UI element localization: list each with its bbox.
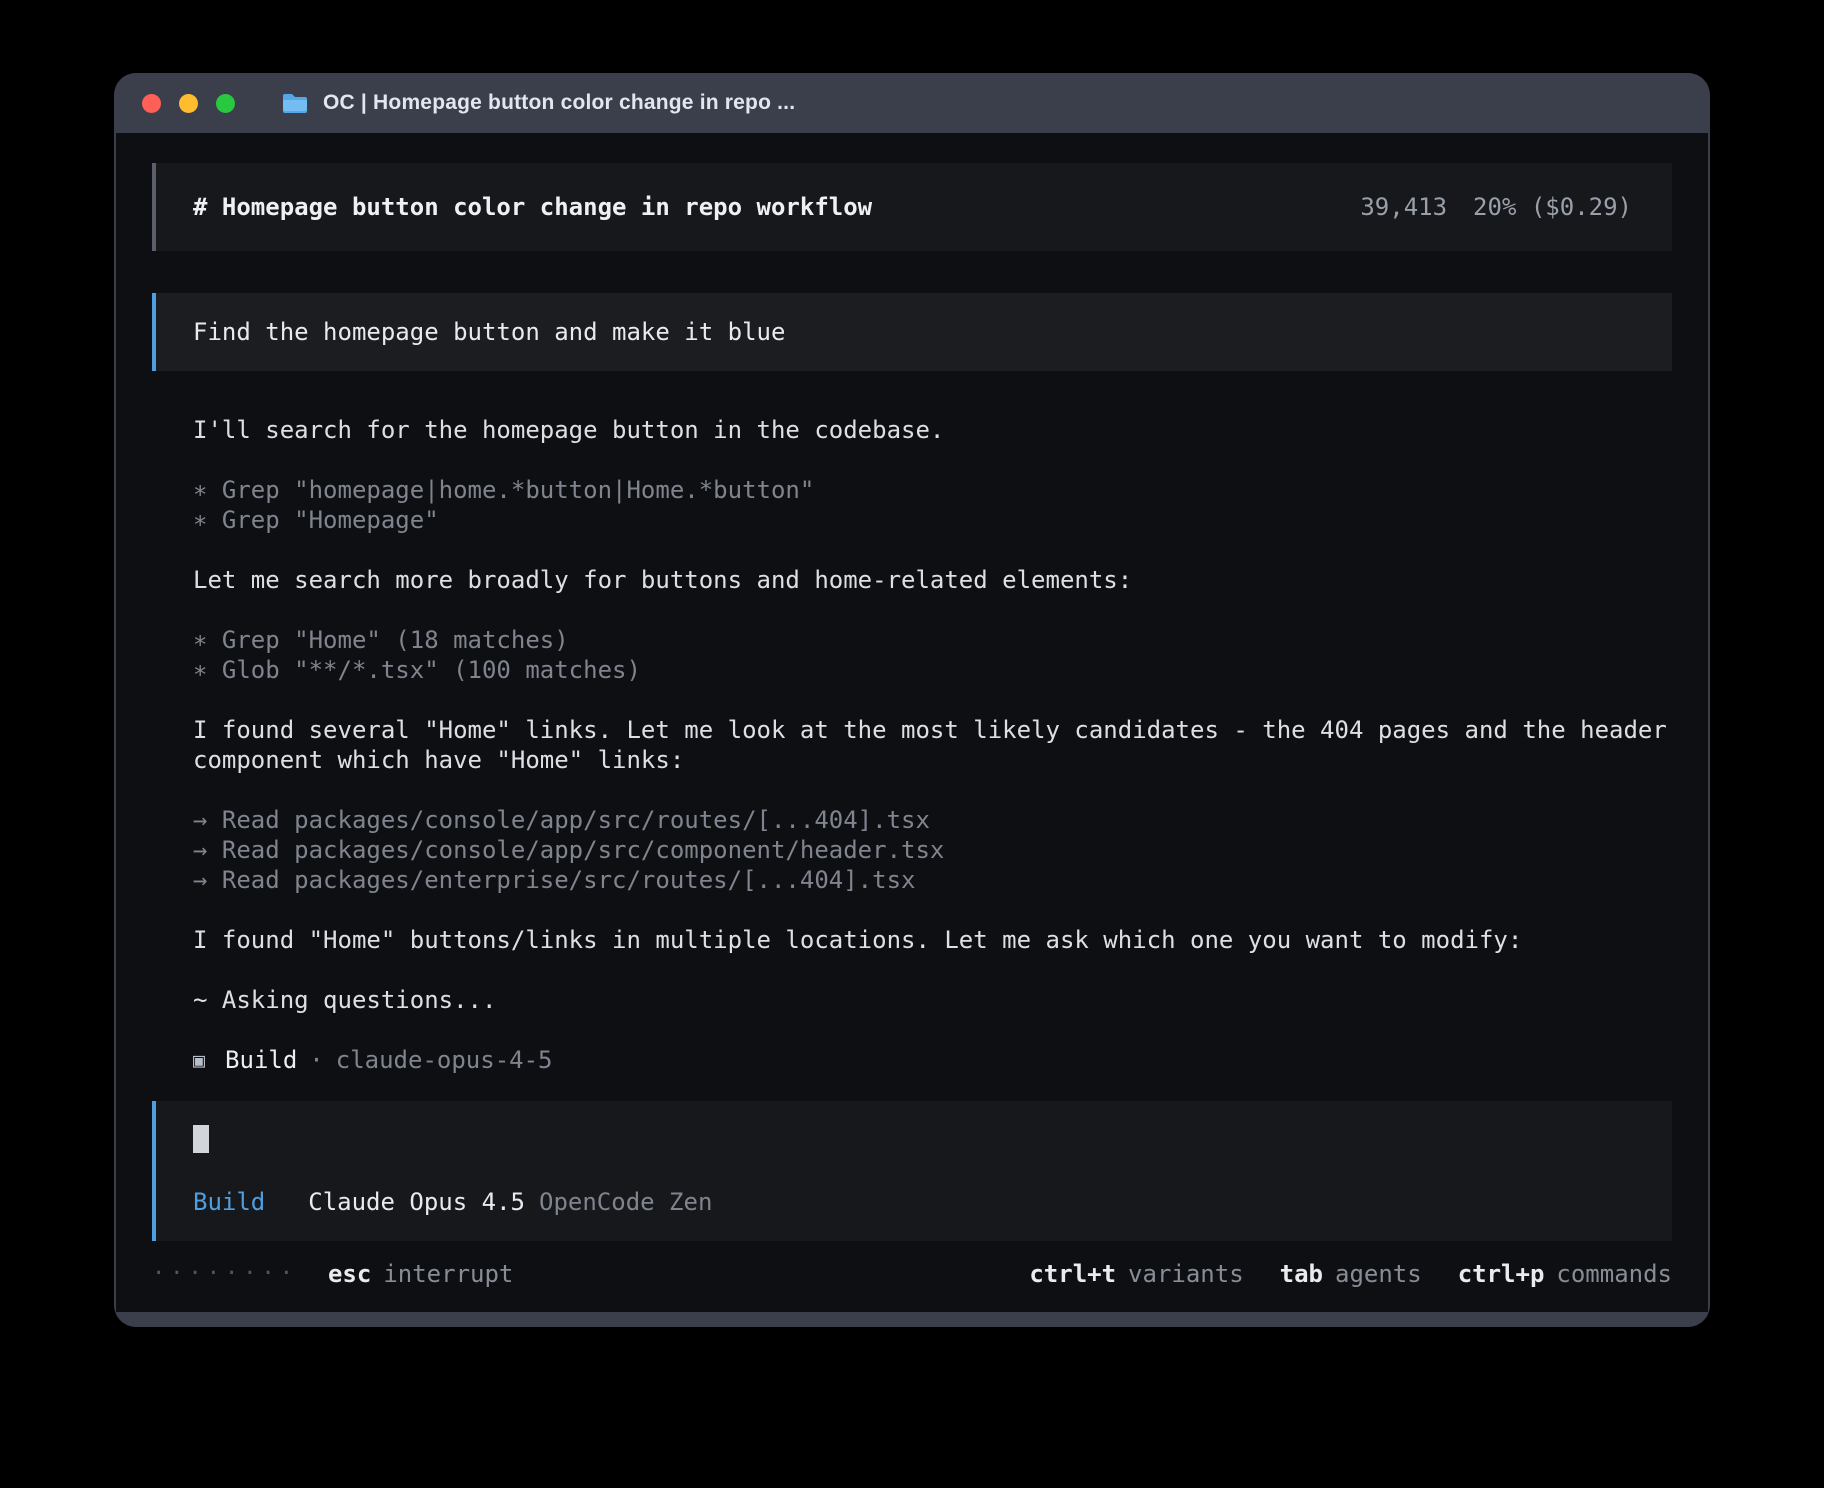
tool-call: ∗ Grep "Home" (18 matches) <box>193 625 1672 655</box>
user-message: Find the homepage button and make it blu… <box>152 293 1672 371</box>
assistant-text: Let me search more broadly for buttons a… <box>193 565 1672 595</box>
tool-call: → Read packages/enterprise/src/routes/[.… <box>193 865 1672 895</box>
terminal-content[interactable]: # Homepage button color change in repo w… <box>116 133 1708 1312</box>
agent-badge-icon: ▣ <box>193 1045 205 1075</box>
session-header: # Homepage button color change in repo w… <box>152 163 1672 251</box>
assistant-text: I found "Home" buttons/links in multiple… <box>193 925 1672 955</box>
terminal-window: OC | Homepage button color change in rep… <box>114 73 1710 1327</box>
minimize-button[interactable] <box>179 94 198 113</box>
statusbar-right: ctrl+t variants tab agents ctrl+p comman… <box>1029 1259 1672 1289</box>
agent-name: Build <box>225 1045 297 1075</box>
input-model[interactable]: Claude Opus 4.5 <box>308 1187 525 1217</box>
agent-model: claude-opus-4-5 <box>336 1045 553 1075</box>
zoom-button[interactable] <box>216 94 235 113</box>
input-footer: Build Claude Opus 4.5 OpenCode Zen <box>193 1187 1632 1217</box>
shortcut-variants: ctrl+t variants <box>1029 1259 1243 1289</box>
tool-call: → Read packages/console/app/src/componen… <box>193 835 1672 865</box>
assistant-text: I found several "Home" links. Let me loo… <box>193 715 1672 775</box>
token-count: 39,413 <box>1360 192 1447 222</box>
folder-icon <box>281 92 309 114</box>
conversation: I'll search for the homepage button in t… <box>152 415 1672 1075</box>
user-message-text: Find the homepage button and make it blu… <box>193 318 785 346</box>
prompt-input[interactable]: Build Claude Opus 4.5 OpenCode Zen <box>152 1101 1672 1241</box>
agent-separator: · <box>309 1045 323 1075</box>
shortcut-label: variants <box>1128 1259 1244 1289</box>
shortcut-key: ctrl+p <box>1458 1259 1545 1289</box>
tool-calls-grep: ∗ Grep "homepage|home.*button|Home.*butt… <box>193 475 1672 535</box>
statusbar-left: ········ esc interrupt <box>152 1259 513 1289</box>
input-mode[interactable]: Build <box>193 1187 265 1217</box>
window-title: OC | Homepage button color change in rep… <box>323 91 795 115</box>
esc-key-hint: esc <box>328 1259 371 1289</box>
session-title: # Homepage button color change in repo w… <box>193 192 872 222</box>
traffic-lights <box>142 94 235 113</box>
shortcut-key: tab <box>1280 1259 1323 1289</box>
tool-call: ∗ Grep "homepage|home.*button|Home.*butt… <box>193 475 1672 505</box>
tool-calls-search: ∗ Grep "Home" (18 matches) ∗ Glob "**/*.… <box>193 625 1672 685</box>
shortcut-label: agents <box>1335 1259 1422 1289</box>
asking-status: ~ Asking questions... <box>193 985 1672 1015</box>
text-cursor <box>193 1125 209 1153</box>
agent-line: ▣ Build · claude-opus-4-5 <box>193 1045 1672 1075</box>
context-usage: 20% ($0.29) <box>1473 192 1632 222</box>
progress-dots-icon: ········ <box>152 1259 298 1289</box>
assistant-text: I'll search for the homepage button in t… <box>193 415 1672 445</box>
shortcut-label: commands <box>1556 1259 1672 1289</box>
tool-call: → Read packages/console/app/src/routes/[… <box>193 805 1672 835</box>
status-bar: ········ esc interrupt ctrl+t variants t… <box>152 1259 1672 1289</box>
close-button[interactable] <box>142 94 161 113</box>
tool-call: ∗ Glob "**/*.tsx" (100 matches) <box>193 655 1672 685</box>
tool-call: ∗ Grep "Homepage" <box>193 505 1672 535</box>
input-provider: OpenCode Zen <box>539 1187 712 1217</box>
shortcut-commands: ctrl+p commands <box>1458 1259 1672 1289</box>
shortcut-agents: tab agents <box>1280 1259 1422 1289</box>
tool-calls-read: → Read packages/console/app/src/routes/[… <box>193 805 1672 895</box>
title-bar: OC | Homepage button color change in rep… <box>114 73 1710 133</box>
session-stats: 39,413 20% ($0.29) <box>1360 192 1632 222</box>
shortcut-key: ctrl+t <box>1029 1259 1116 1289</box>
esc-key-label: interrupt <box>383 1259 513 1289</box>
